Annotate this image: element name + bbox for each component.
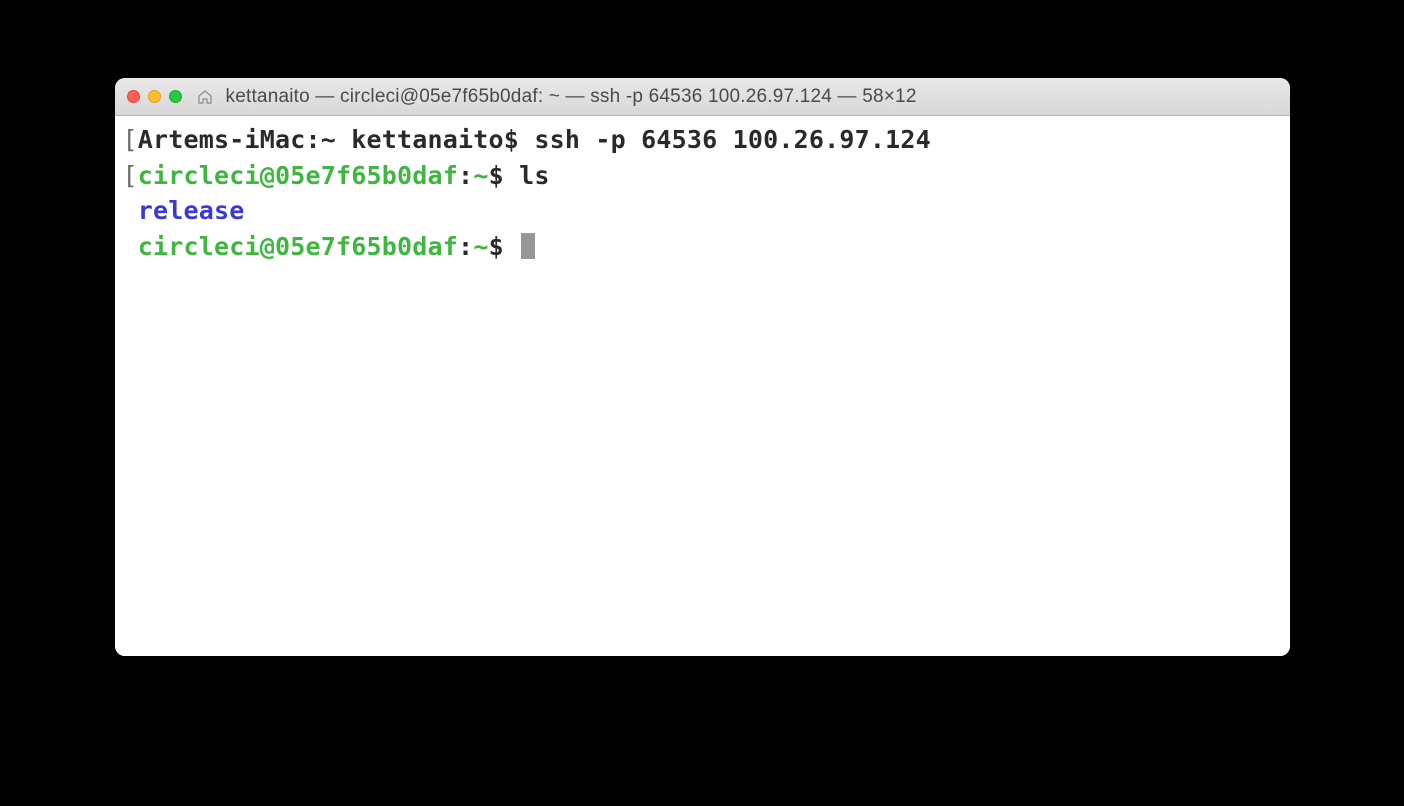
- maximize-icon[interactable]: [169, 90, 182, 103]
- bracket-open: [: [123, 161, 138, 190]
- terminal-content[interactable]: [Artems-iMac:~ kettanaito$ ssh -p 64536 …: [115, 116, 1290, 656]
- ssh-command: ssh -p 64536 100.26.97.124: [534, 125, 931, 154]
- prompt-colon: :: [458, 161, 473, 190]
- prompt-path: ~: [473, 161, 488, 190]
- ls-command: ls: [519, 161, 550, 190]
- terminal-line-2: [circleci@05e7f65b0daf:~$ ls: [123, 158, 1282, 194]
- terminal-window: kettanaito — circleci@05e7f65b0daf: ~ — …: [115, 78, 1290, 656]
- bracket-open: [: [123, 125, 138, 154]
- cursor-icon: [521, 233, 535, 259]
- home-icon: [196, 88, 214, 106]
- prompt-dollar: $: [489, 232, 520, 261]
- remote-user-host: circleci@05e7f65b0daf: [138, 232, 458, 261]
- title-bar: kettanaito — circleci@05e7f65b0daf: ~ — …: [115, 78, 1290, 116]
- terminal-line-3: release: [123, 193, 1282, 229]
- terminal-line-1: [Artems-iMac:~ kettanaito$ ssh -p 64536 …: [123, 122, 1282, 158]
- local-prompt: Artems-iMac:~ kettanaito$: [138, 125, 535, 154]
- prompt-dollar: $: [489, 161, 520, 190]
- window-title: kettanaito — circleci@05e7f65b0daf: ~ — …: [226, 86, 917, 108]
- close-icon[interactable]: [127, 90, 140, 103]
- terminal-line-4: circleci@05e7f65b0daf:~$: [123, 229, 1282, 265]
- remote-user-host: circleci@05e7f65b0daf: [138, 161, 458, 190]
- minimize-icon[interactable]: [148, 90, 161, 103]
- prompt-path: ~: [473, 232, 488, 261]
- ls-output-release: release: [138, 196, 245, 225]
- prompt-colon: :: [458, 232, 473, 261]
- traffic-lights: [127, 90, 182, 103]
